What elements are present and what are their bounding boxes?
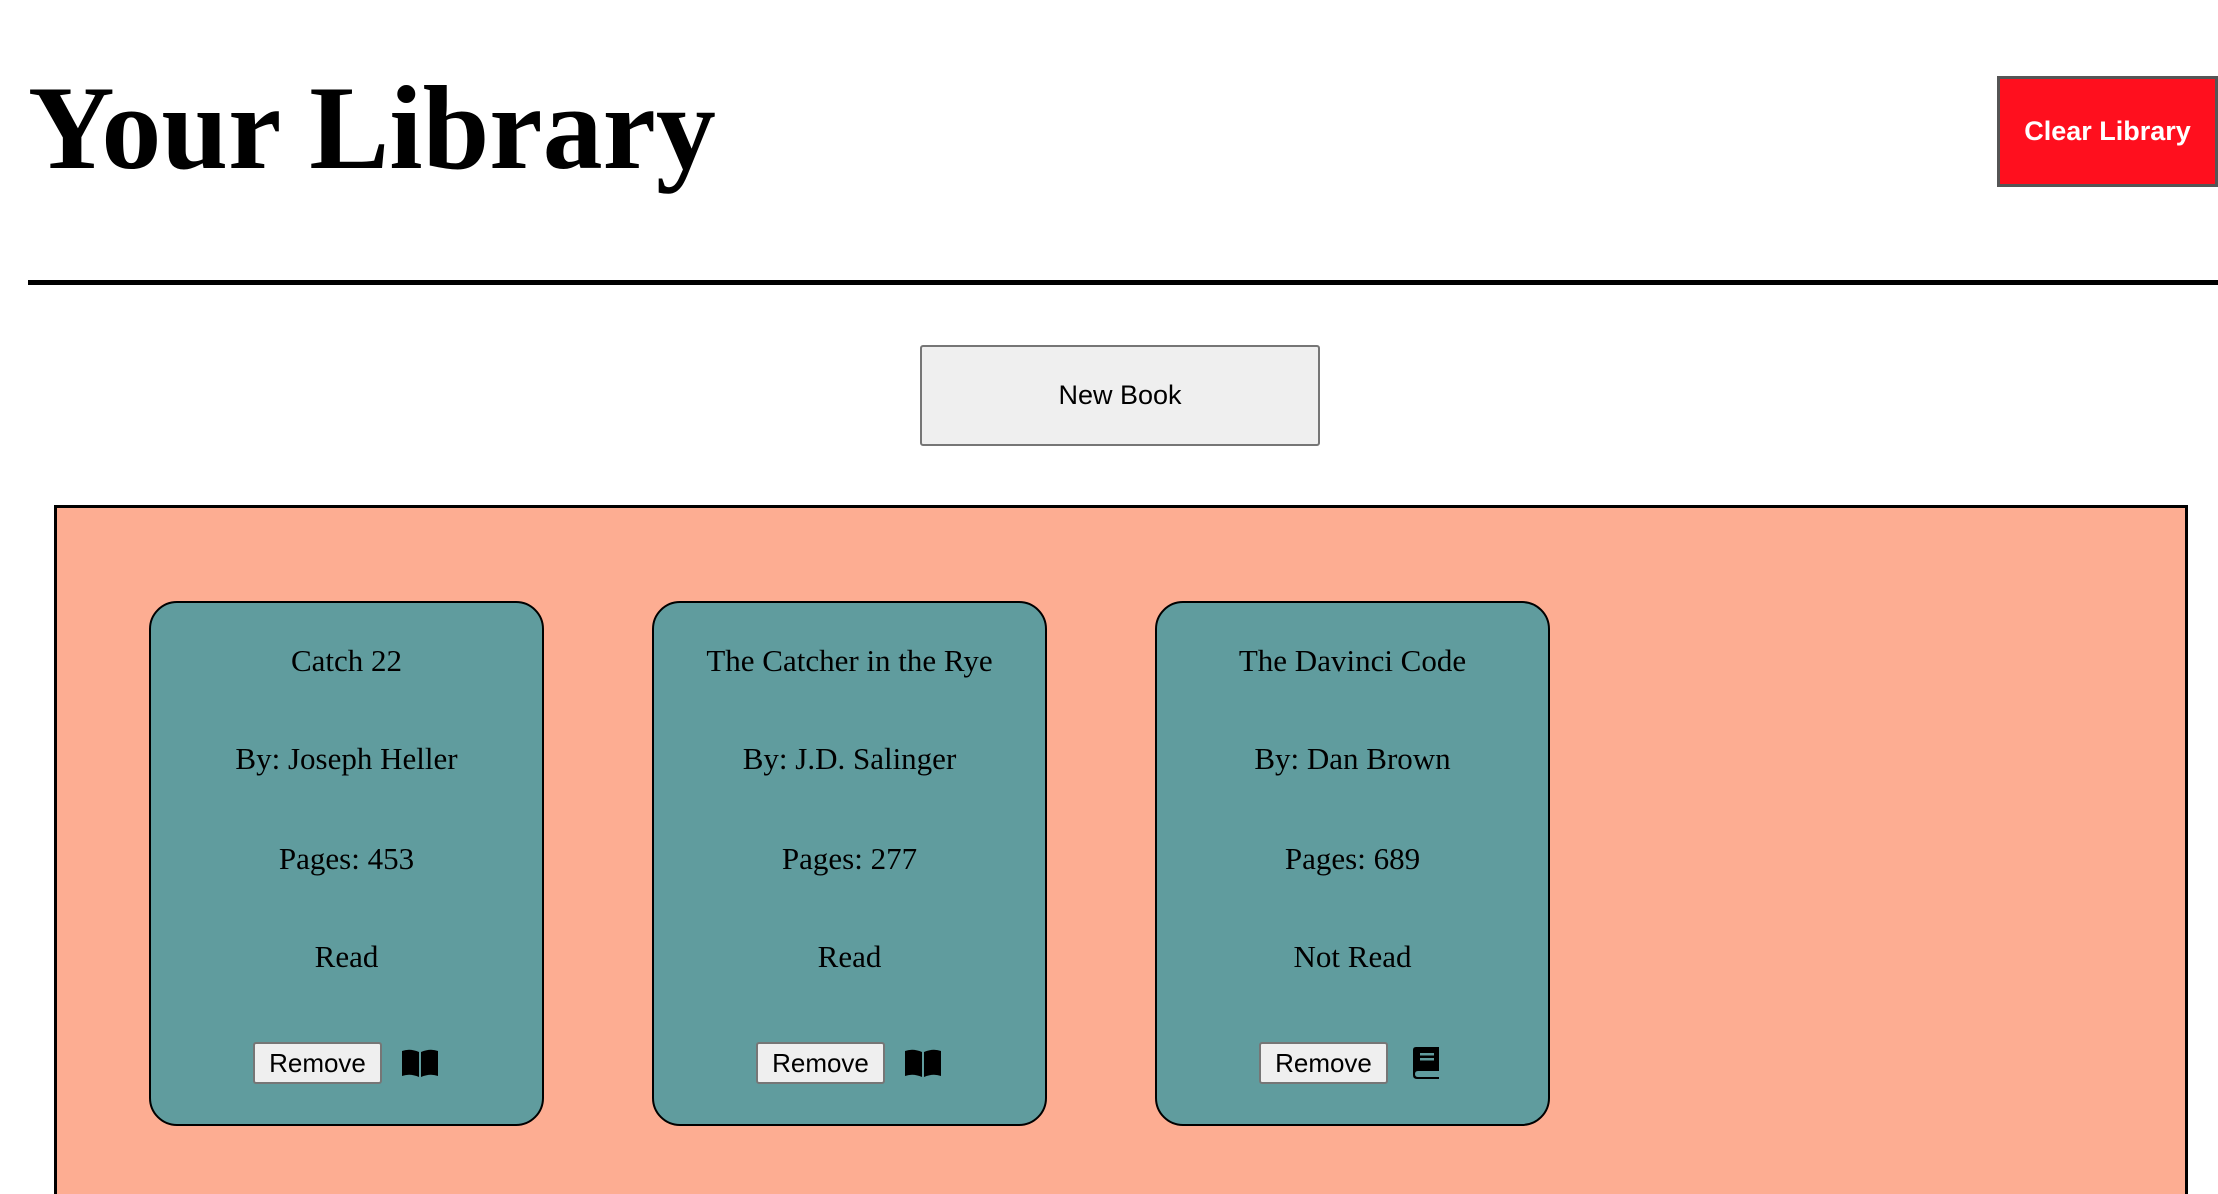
library-container: Catch 22 By: Joseph Heller Pages: 453 Re… <box>54 505 2188 1194</box>
remove-button[interactable]: Remove <box>1259 1042 1388 1084</box>
header-divider <box>28 280 2218 285</box>
book-author: By: Joseph Heller <box>235 741 458 776</box>
book-actions: Remove <box>1157 1041 1548 1085</box>
book-read-status: Read <box>817 939 882 974</box>
closed-book-icon[interactable] <box>1406 1043 1446 1083</box>
new-book-button[interactable]: New Book <box>920 345 1320 446</box>
remove-button[interactable]: Remove <box>756 1042 885 1084</box>
book-pages: Pages: 689 <box>1284 841 1421 876</box>
header: Your Library Clear Library <box>28 0 2218 285</box>
book-author: By: Dan Brown <box>1254 741 1451 776</box>
book-card: Catch 22 By: Joseph Heller Pages: 453 Re… <box>149 601 544 1126</box>
clear-library-button[interactable]: Clear Library <box>1997 76 2218 187</box>
book-read-status: Read <box>314 939 379 974</box>
book-pages: Pages: 453 <box>278 841 415 876</box>
book-read-status: Not Read <box>1293 939 1412 974</box>
book-actions: Remove <box>151 1041 542 1085</box>
book-pages: Pages: 277 <box>781 841 918 876</box>
book-card: The Davinci Code By: Dan Brown Pages: 68… <box>1155 601 1550 1126</box>
open-book-icon[interactable] <box>903 1043 943 1083</box>
page-title: Your Library <box>28 61 716 194</box>
remove-button[interactable]: Remove <box>253 1042 382 1084</box>
book-actions: Remove <box>654 1041 1045 1085</box>
book-title: Catch 22 <box>290 643 403 678</box>
open-book-icon[interactable] <box>400 1043 440 1083</box>
book-card: The Catcher in the Rye By: J.D. Salinger… <box>652 601 1047 1126</box>
book-title: The Davinci Code <box>1238 643 1467 678</box>
page: Your Library Clear Library New Book Catc… <box>0 0 2218 1194</box>
book-title: The Catcher in the Rye <box>706 643 993 678</box>
book-author: By: J.D. Salinger <box>742 741 957 776</box>
